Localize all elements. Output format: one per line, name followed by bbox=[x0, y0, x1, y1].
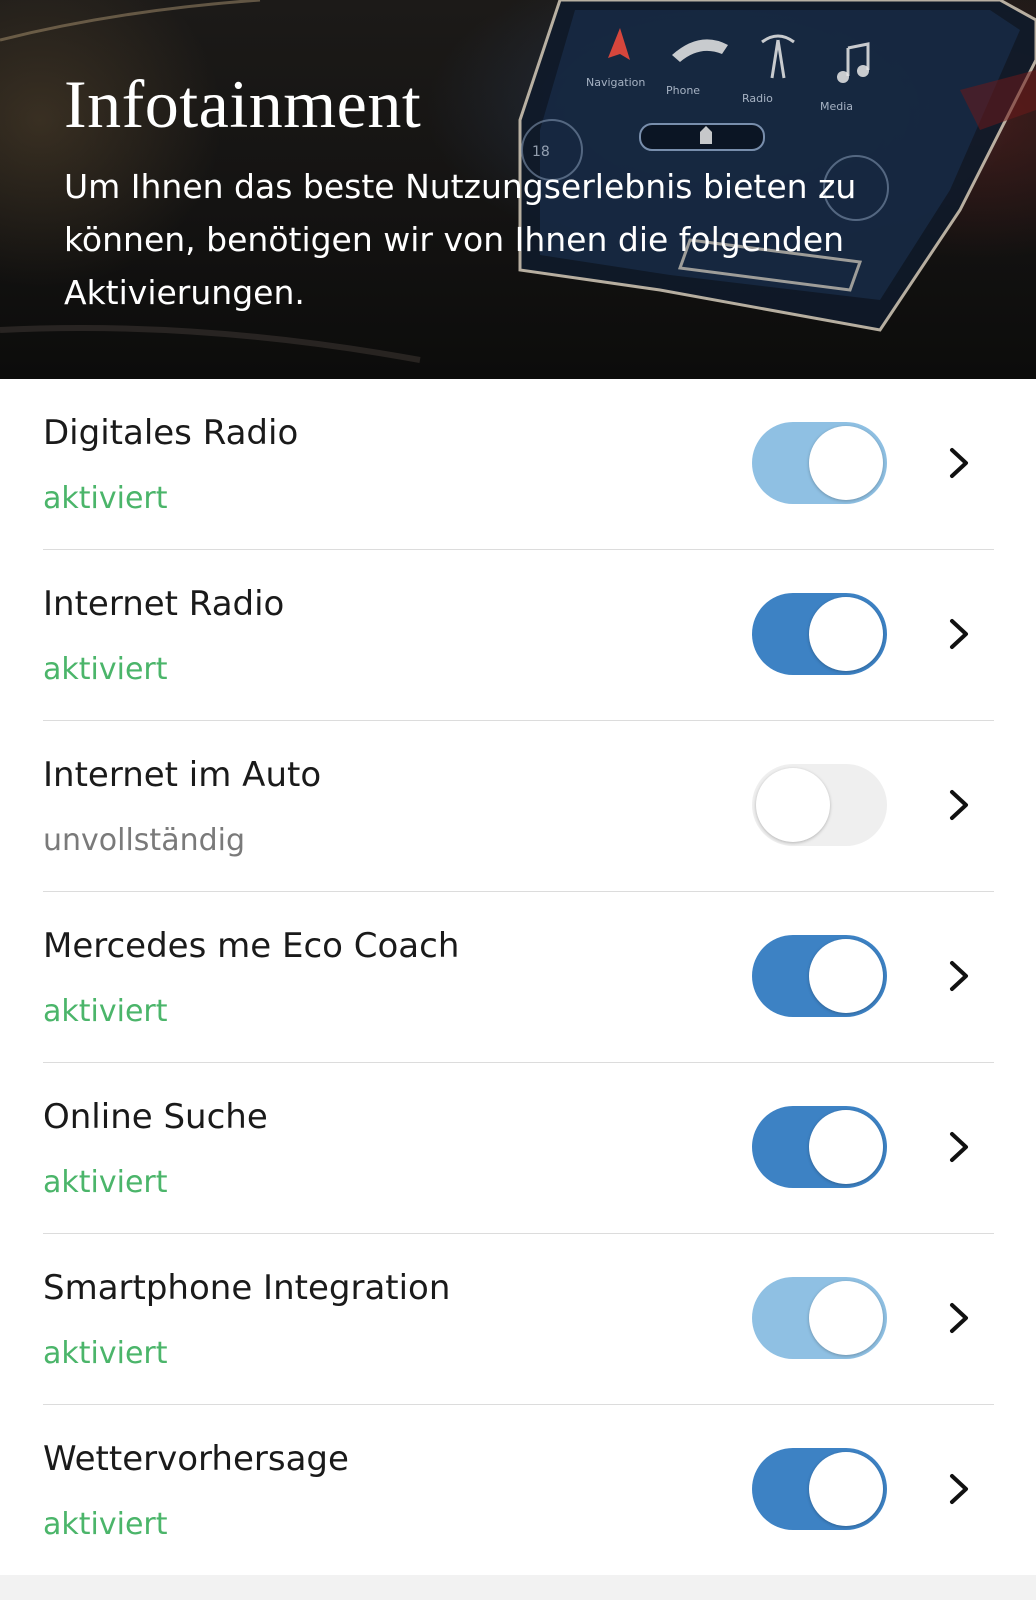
settings-row-status: aktiviert bbox=[43, 1165, 168, 1200]
bottom-spacer bbox=[0, 1575, 1036, 1600]
chevron-right-icon[interactable] bbox=[945, 959, 973, 993]
toggle-switch-online-suche[interactable] bbox=[752, 1106, 887, 1188]
settings-row-smartphone-integration[interactable]: Smartphone Integration aktiviert bbox=[43, 1234, 994, 1405]
toggle-switch-mercedes-me-eco-coach[interactable] bbox=[752, 935, 887, 1017]
settings-row-status: aktiviert bbox=[43, 994, 168, 1029]
toggle-switch-digitales-radio[interactable] bbox=[752, 422, 887, 504]
screen-label-phone: Phone bbox=[666, 84, 700, 97]
toggle-knob bbox=[756, 768, 830, 842]
settings-row-status: aktiviert bbox=[43, 481, 168, 516]
infotainment-header: Navigation Phone Radio Media 18 Infotain… bbox=[0, 0, 1036, 379]
settings-row-status: unvollständig bbox=[43, 823, 246, 858]
chevron-right-icon[interactable] bbox=[945, 788, 973, 822]
toggle-switch-smartphone-integration[interactable] bbox=[752, 1277, 887, 1359]
settings-row-title: Wettervorhersage bbox=[43, 1439, 349, 1479]
toggle-knob bbox=[809, 1281, 883, 1355]
settings-row-title: Smartphone Integration bbox=[43, 1268, 451, 1308]
page-title: Infotainment bbox=[64, 66, 422, 142]
screen-label-navigation: Navigation bbox=[586, 76, 645, 89]
settings-row-online-suche[interactable]: Online Suche aktiviert bbox=[43, 1063, 994, 1234]
toggle-knob bbox=[809, 939, 883, 1013]
settings-row-status: aktiviert bbox=[43, 1336, 168, 1371]
settings-row-title: Internet im Auto bbox=[43, 755, 322, 795]
page-subtitle: Um Ihnen das beste Nutzungserlebnis biet… bbox=[64, 167, 857, 312]
toggle-knob bbox=[809, 1110, 883, 1184]
chevron-right-icon[interactable] bbox=[945, 617, 973, 651]
screen-label-radio: Radio bbox=[742, 92, 773, 105]
settings-row-title: Mercedes me Eco Coach bbox=[43, 926, 460, 966]
toggle-switch-wettervorhersage[interactable] bbox=[752, 1448, 887, 1530]
settings-row-status: aktiviert bbox=[43, 652, 168, 687]
chevron-right-icon[interactable] bbox=[945, 1130, 973, 1164]
chevron-right-icon[interactable] bbox=[945, 1472, 973, 1506]
settings-row-digitales-radio[interactable]: Digitales Radio aktiviert bbox=[43, 379, 994, 550]
toggle-knob bbox=[809, 426, 883, 500]
toggle-knob bbox=[809, 1452, 883, 1526]
chevron-right-icon[interactable] bbox=[945, 446, 973, 480]
screen-label-media: Media bbox=[820, 100, 853, 113]
toggle-knob bbox=[809, 597, 883, 671]
infotainment-screen: Navigation Phone Radio Media 18 Infotain… bbox=[0, 0, 1036, 1600]
settings-row-internet-im-auto[interactable]: Internet im Auto unvollständig bbox=[43, 721, 994, 892]
screen-temperature: 18 bbox=[532, 144, 550, 160]
settings-row-internet-radio[interactable]: Internet Radio aktiviert bbox=[43, 550, 994, 721]
chevron-right-icon[interactable] bbox=[945, 1301, 973, 1335]
settings-row-title: Online Suche bbox=[43, 1097, 268, 1137]
settings-row-title: Digitales Radio bbox=[43, 413, 299, 453]
toggle-switch-internet-radio[interactable] bbox=[752, 593, 887, 675]
settings-row-status: aktiviert bbox=[43, 1507, 168, 1542]
settings-row-mercedes-me-eco-coach[interactable]: Mercedes me Eco Coach aktiviert bbox=[43, 892, 994, 1063]
settings-row-wettervorhersage[interactable]: Wettervorhersage aktiviert bbox=[43, 1405, 994, 1576]
toggle-switch-internet-im-auto[interactable] bbox=[752, 764, 887, 846]
settings-list: Digitales Radio aktiviert Internet Radio ak… bbox=[0, 379, 1036, 1576]
settings-row-title: Internet Radio bbox=[43, 584, 285, 624]
